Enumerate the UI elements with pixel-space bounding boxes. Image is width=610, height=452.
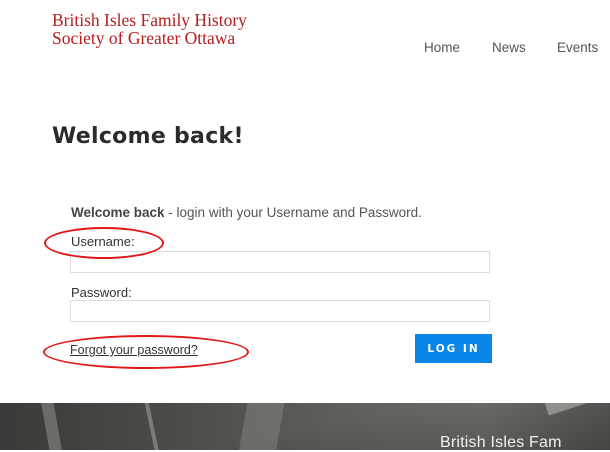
page-title: Welcome back! bbox=[52, 124, 244, 149]
forgot-password-link[interactable]: Forgot your password? bbox=[70, 343, 198, 357]
main-nav: Home News Events bbox=[0, 40, 610, 60]
nav-item-home[interactable]: Home bbox=[424, 40, 460, 55]
intro-bold: Welcome back bbox=[71, 205, 165, 220]
login-button[interactable]: LOG IN bbox=[415, 334, 492, 363]
username-input[interactable] bbox=[70, 251, 490, 273]
password-label: Password: bbox=[71, 285, 132, 300]
login-intro: Welcome back - login with your Username … bbox=[71, 205, 422, 220]
banner-title: British Isles Fam bbox=[440, 434, 562, 451]
nav-item-news[interactable]: News bbox=[492, 40, 526, 55]
intro-text: - login with your Username and Password. bbox=[164, 205, 422, 220]
password-input[interactable] bbox=[70, 300, 490, 322]
username-label: Username: bbox=[71, 234, 135, 249]
site-name-line-1: British Isles Family History bbox=[52, 10, 247, 30]
nav-item-events[interactable]: Events bbox=[557, 40, 598, 55]
